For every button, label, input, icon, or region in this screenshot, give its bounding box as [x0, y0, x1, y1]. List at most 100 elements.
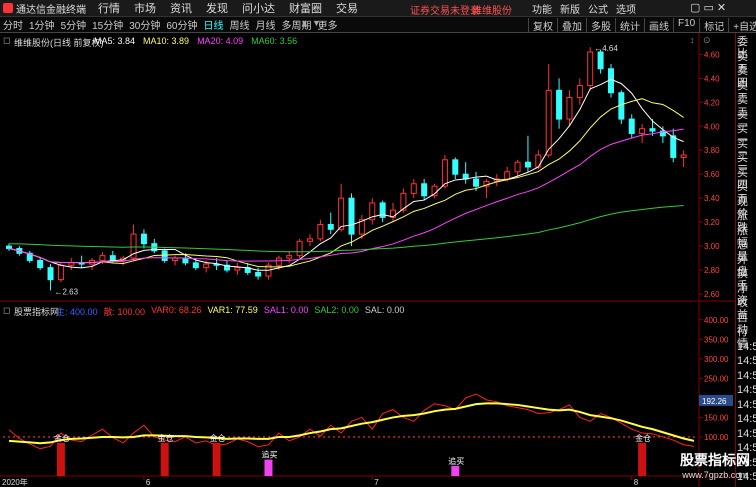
- signal-label: 金仓: [158, 433, 174, 443]
- candle-body: [504, 171, 511, 180]
- candle-body: [6, 245, 12, 249]
- candle-body: [545, 89, 552, 156]
- candle-body: [348, 197, 355, 235]
- candle-body: [37, 259, 44, 269]
- candle-body: [680, 154, 687, 158]
- candle: [26, 250, 33, 263]
- ma-legend-item-3: MA60: 3.56: [251, 36, 298, 46]
- signal-label: 追买: [261, 450, 277, 460]
- candle: [348, 193, 355, 247]
- chart-canvas[interactable]: 4.60 4.40 4.20 4.00 3.80 3.60 3.40 3.20 3.00 2.80…: [0, 0, 756, 487]
- candle-body: [192, 262, 199, 269]
- indicator-legend-item-4: SAL1: 0.00: [263, 305, 309, 315]
- candle: [78, 255, 85, 268]
- candle-body: [524, 161, 531, 168]
- candle: [369, 198, 376, 225]
- candle-body: [587, 51, 594, 87]
- indicator-name: 股票指标网: [14, 307, 60, 317]
- candle-body: [161, 250, 168, 261]
- candle: [6, 243, 12, 251]
- high-price-label: ←4.64: [594, 44, 618, 53]
- candle-body: [68, 262, 75, 266]
- watermark-title: 股票指标网: [680, 452, 750, 468]
- ma-legend-item-1: MA10: 3.89: [143, 36, 190, 46]
- candle-body: [47, 267, 54, 281]
- indicator-legend-item-5: SAL2: 0.00: [314, 305, 359, 315]
- candle-body: [306, 238, 313, 242]
- indicator-legend-item-6: SAL: 0.00: [364, 305, 405, 315]
- price-axis-label: 4.40: [704, 74, 720, 83]
- candle: [566, 90, 573, 127]
- quote-row-21: 14:5: [737, 340, 756, 353]
- candle-body: [597, 51, 604, 70]
- candle-body: [452, 159, 459, 175]
- candle-body: [421, 183, 428, 197]
- watermark-url: www.7gpzb.com: [682, 470, 748, 480]
- candle: [639, 123, 646, 144]
- zoom-icon[interactable]: ⊙: [703, 35, 711, 46]
- expand-icon[interactable]: ↕: [690, 35, 695, 45]
- candle: [234, 262, 241, 275]
- candle-body: [275, 257, 282, 266]
- indicator-axis-label: 400.00: [704, 316, 729, 325]
- indicator-legend-item-0: 主: 400.00: [56, 307, 98, 317]
- candle: [514, 159, 521, 177]
- candle-body: [172, 257, 179, 261]
- ma10-line: [8, 98, 684, 268]
- price-axis-label: 3.80: [704, 146, 720, 155]
- quote-row-23: 14:5: [737, 369, 756, 382]
- candle: [431, 183, 438, 199]
- price-axis-label: 3.20: [704, 218, 720, 227]
- quote-panel: 委比 卖五 卖四 卖三 卖二 卖一 买一 买二 买三 买四 买五 现价 涨跌 涨幅 总量 外盘 换手 净资 收益 自动…: [735, 33, 756, 487]
- candle: [587, 47, 594, 91]
- candle: [140, 229, 147, 249]
- candle-body: [182, 257, 189, 264]
- candle-body: [296, 240, 303, 257]
- candle: [306, 234, 313, 247]
- candle: [421, 178, 428, 201]
- candle: [524, 135, 531, 172]
- app-window: 通达信金融终端 行情 市场 资讯 发现 问小达 财富圈 交易 证券交易未登录 维维股份 功能…: [0, 0, 756, 487]
- indicator-legend-item-1: 散: 100.00: [103, 307, 146, 317]
- golden-position-bar: [212, 442, 221, 476]
- candle-body: [317, 224, 324, 240]
- watermark: 股票指标网 www.7gpzb.com: [676, 450, 754, 486]
- candle-body: [327, 224, 334, 230]
- candle: [670, 128, 677, 163]
- candle: [161, 248, 168, 263]
- price-axis-label: 2.60: [704, 290, 720, 299]
- year-label: 2020年: [2, 477, 28, 487]
- quote-row-25: 14:5: [737, 398, 756, 411]
- candle-body: [255, 271, 262, 277]
- indicator-axis-label: 350.00: [704, 335, 729, 344]
- candle: [317, 219, 324, 242]
- quote-row-27: 14:5: [737, 427, 756, 440]
- chart-settings-icon[interactable]: ◻: [3, 35, 10, 46]
- candle-body: [109, 255, 116, 261]
- candle-body: [140, 233, 147, 245]
- quote-row-24: 14:5: [737, 384, 756, 396]
- var0-line: [8, 393, 695, 450]
- candle: [680, 150, 687, 168]
- current-value-label: 192.26: [702, 397, 727, 406]
- candle-body: [514, 161, 521, 173]
- ma60-line: [8, 205, 684, 253]
- candle-body: [566, 97, 573, 120]
- candle: [390, 202, 397, 223]
- indicator-legend: 主: 400.00 散: 100.00 VAR0: 68.26 VAR1: 77.59…: [56, 305, 410, 318]
- candle-body: [670, 135, 677, 158]
- candle: [47, 264, 54, 291]
- candle: [172, 255, 179, 266]
- candle-body: [639, 128, 646, 134]
- quote-row-22: 14:5: [737, 355, 756, 367]
- stock-title: 维维股份(日线 前复权): [14, 38, 104, 48]
- indicator-settings-icon[interactable]: ◻: [3, 305, 10, 316]
- candle: [628, 114, 635, 139]
- golden-position-bar: [56, 442, 65, 476]
- candle: [327, 212, 334, 235]
- candle: [556, 78, 563, 129]
- ma-legend-item-0: MA5: 3.84: [94, 36, 136, 46]
- candle: [37, 258, 44, 271]
- candle-body: [338, 197, 345, 230]
- signal-label: 金仓: [54, 433, 70, 443]
